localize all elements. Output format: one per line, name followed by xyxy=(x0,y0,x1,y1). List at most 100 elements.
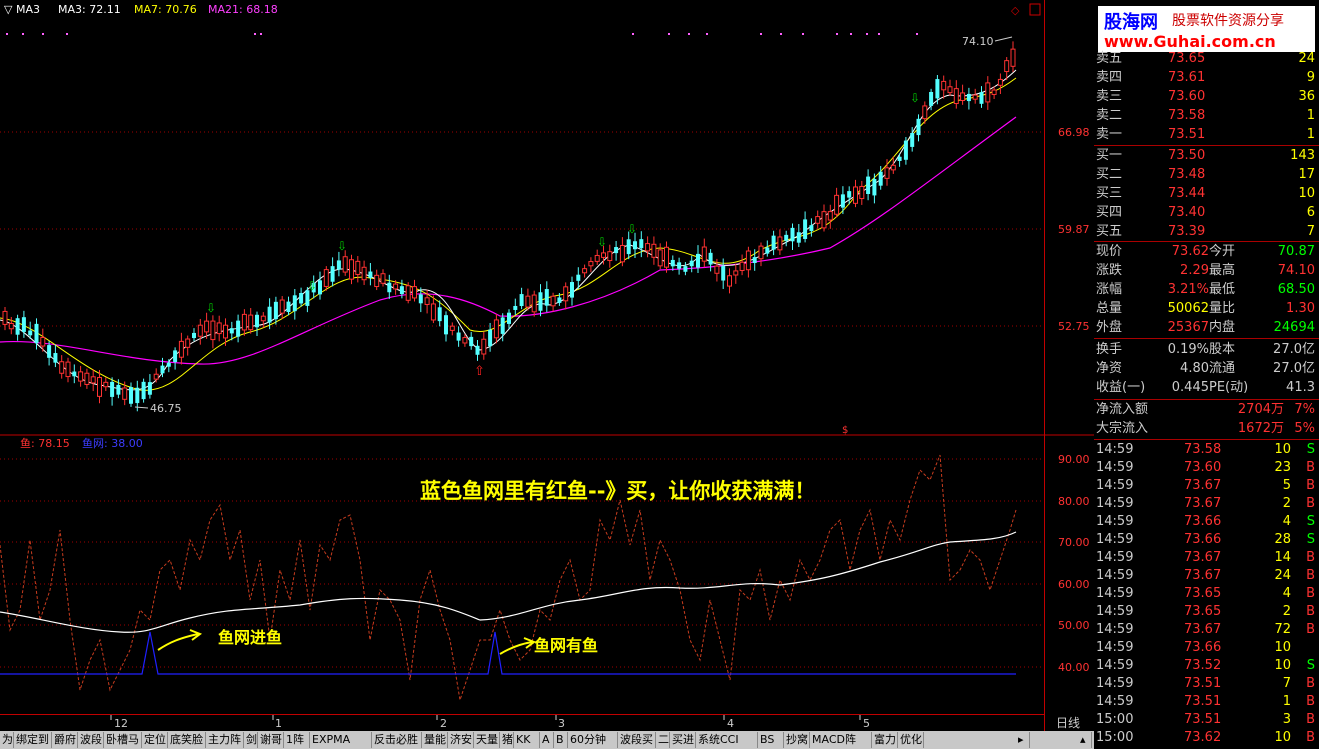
bid-volume: 6 xyxy=(1306,205,1315,220)
indicator-tab[interactable]: 剑 xyxy=(244,732,258,748)
sub-axis-label: 80.00 xyxy=(1058,495,1090,508)
indicator-tab[interactable]: EXPMA xyxy=(310,732,372,748)
quote-value: 68.50 xyxy=(1277,282,1315,297)
candle-body xyxy=(840,194,845,208)
indicator-tab[interactable]: MACD阵 xyxy=(810,732,872,748)
chevron-up-icon[interactable]: ▴ xyxy=(1078,732,1092,748)
indicator-tab[interactable]: 买进 xyxy=(670,732,696,748)
indicator-tab[interactable]: 抄窝 xyxy=(784,732,810,748)
ask-row[interactable]: 卖二 73.58 1 xyxy=(1094,106,1319,125)
quote-label: 量比 xyxy=(1209,301,1236,316)
ask-row[interactable]: 卖三 73.60 36 xyxy=(1094,87,1319,106)
indicator-tab[interactable]: 济安 xyxy=(448,732,474,748)
bid-price: 73.39 xyxy=(1168,224,1206,239)
kline-chart-area[interactable]: 66.98 59.87 52.75 90.00 80.00 70.00 60.0… xyxy=(0,0,1094,749)
indicator-tab[interactable]: BS xyxy=(758,732,784,748)
indicator-tab[interactable]: 富力 xyxy=(872,732,898,748)
candle-body xyxy=(229,328,234,334)
tick-volume: 4 xyxy=(1282,586,1291,601)
indicator-tab[interactable]: B xyxy=(554,732,568,748)
period-label[interactable]: 日线 xyxy=(1056,716,1080,730)
fund-label: 收益(一) xyxy=(1096,380,1146,395)
candle-body xyxy=(90,376,96,384)
candle-body xyxy=(859,185,865,200)
tick-time: 14:59 xyxy=(1096,460,1134,475)
tick-time: 14:59 xyxy=(1096,694,1134,709)
ask-row[interactable]: 卖五 73.65 24 xyxy=(1094,49,1319,68)
candle-body xyxy=(59,361,65,374)
indicator-tab[interactable]: 波段 xyxy=(78,732,104,748)
ask-label: 卖一 xyxy=(1096,127,1123,142)
bid-label: 买四 xyxy=(1096,205,1123,220)
candle-body xyxy=(97,377,102,397)
indicator-tab[interactable]: 1阵 xyxy=(284,732,310,748)
indicator-tab[interactable]: 反击必胜 xyxy=(372,732,422,748)
tick-side: S xyxy=(1306,658,1315,673)
quote-label: 内盘 xyxy=(1209,320,1236,335)
bid-row[interactable]: 买四 73.40 6 xyxy=(1094,203,1319,222)
dollar-icon: $ xyxy=(842,425,848,436)
ask-row[interactable]: 卖一 73.51 1 xyxy=(1094,125,1319,144)
indicator-tab[interactable]: 猪 xyxy=(500,732,514,748)
candle-body xyxy=(286,301,291,313)
ask-row[interactable]: 卖四 73.61 9 xyxy=(1094,68,1319,87)
candle-body xyxy=(733,270,739,276)
candle-body xyxy=(216,322,222,335)
bid-row[interactable]: 买二 73.48 17 xyxy=(1094,165,1319,184)
indicator-tab[interactable]: 60分钟 xyxy=(568,732,618,748)
tick-side: B xyxy=(1306,694,1315,709)
indicator-tab[interactable]: 二 xyxy=(656,732,670,748)
candle-body xyxy=(323,269,329,287)
tick-side: B xyxy=(1306,496,1315,511)
candle-body xyxy=(519,294,524,307)
tick-volume: 24 xyxy=(1274,568,1291,583)
indicator-tab[interactable]: 天量 xyxy=(474,732,500,748)
date-axis-label: 3 xyxy=(558,717,565,730)
candle-body xyxy=(469,336,474,347)
quote-label: 涨跌 xyxy=(1096,263,1123,278)
candle-body xyxy=(1004,60,1010,73)
candle-body xyxy=(689,260,694,267)
indicator-tab[interactable]: 卧槽马 xyxy=(104,732,142,748)
candle-body xyxy=(588,261,594,267)
candle-body xyxy=(664,246,669,268)
bid-row[interactable]: 买一 73.50 143 xyxy=(1094,146,1319,165)
indicator-tab[interactable]: 定位 xyxy=(142,732,168,748)
bid-row[interactable]: 买五 73.39 7 xyxy=(1094,222,1319,241)
candle-body xyxy=(28,330,33,336)
bid-price: 73.50 xyxy=(1168,148,1206,163)
candle-body xyxy=(790,227,795,242)
indicator-tab[interactable]: 底笑脸 xyxy=(168,732,206,748)
tick-price: 73.67 xyxy=(1184,622,1222,637)
flow-row: 大宗流入 1672万 5% xyxy=(1094,419,1319,438)
fund-label: 换手 xyxy=(1096,342,1123,357)
indicator-tab[interactable]: 爵府 xyxy=(52,732,78,748)
chevron-right-icon[interactable]: ▸ xyxy=(1016,732,1030,748)
fund-value: 27.0亿 xyxy=(1273,342,1315,357)
indicator-tab[interactable]: 量能 xyxy=(422,732,448,748)
ask-price: 73.61 xyxy=(1168,70,1206,85)
ask-volume: 1 xyxy=(1306,127,1315,142)
candle-body xyxy=(444,315,448,335)
indicator-tab[interactable]: 绑定到 xyxy=(14,732,52,748)
bid-row[interactable]: 买三 73.44 10 xyxy=(1094,184,1319,203)
bid-volume: 143 xyxy=(1290,148,1315,163)
indicator-tab[interactable]: A xyxy=(540,732,554,748)
indicator-tab[interactable]: 谢哥 xyxy=(258,732,284,748)
candle-body xyxy=(260,315,266,322)
indicator-tab[interactable]: 主力阵 xyxy=(206,732,244,748)
indicator-tab[interactable]: 为 xyxy=(0,732,14,748)
tick-time: 14:59 xyxy=(1096,658,1134,673)
indicator-tab[interactable]: 系统CCI xyxy=(696,732,758,748)
indicator-tab[interactable]: 波段买 xyxy=(618,732,656,748)
candle-body xyxy=(639,239,644,249)
candle-body xyxy=(683,266,688,272)
tick-side: B xyxy=(1306,460,1315,475)
fund-row: 换手 0.19% 股本 27.0亿 xyxy=(1094,340,1319,359)
candle-body xyxy=(815,216,821,224)
indicator-tab[interactable]: KK xyxy=(514,732,540,748)
diamond-icon[interactable]: ◇ xyxy=(1011,4,1020,17)
candle-body xyxy=(449,325,455,331)
indicator-tab[interactable]: 优化 xyxy=(898,732,924,748)
tick-row: 14:59 73.67 5 B xyxy=(1094,476,1319,495)
